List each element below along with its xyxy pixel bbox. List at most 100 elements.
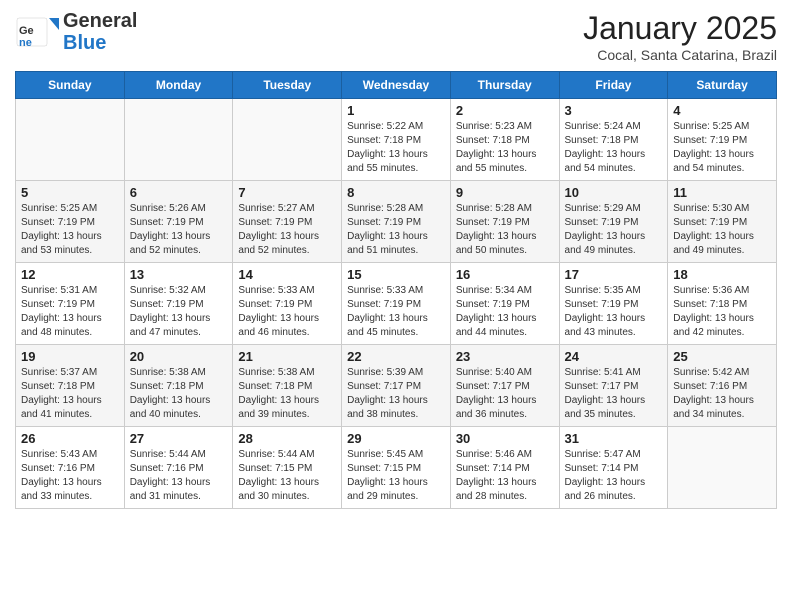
calendar-week-3: 12 Sunrise: 5:31 AMSunset: 7:19 PMDayligh…: [16, 263, 777, 345]
day-number: 13: [130, 267, 228, 282]
day-info: Sunrise: 5:47 AMSunset: 7:14 PMDaylight:…: [565, 448, 663, 504]
calendar-cell: 17Sunrise: 5:35 AMSunset: 7:19 PMDayligh…: [559, 263, 668, 345]
calendar-cell: 7Sunrise: 5:27 AMSunset: 7:19 PMDaylight…: [233, 181, 342, 263]
day-info: Sunrise: 5:28 AMSunset: 7:19 PMDaylight:…: [456, 202, 554, 258]
day-info: Sunrise: 5:25 AMSunset: 7:19 PMDaylight:…: [21, 202, 119, 258]
svg-text:Ge: Ge: [19, 25, 34, 37]
day-info: Sunrise: 5:39 AMSunset: 7:17 PMDaylight:…: [347, 366, 445, 422]
col-tuesday: Tuesday: [233, 72, 342, 99]
calendar-cell: [16, 99, 125, 181]
calendar-cell: 5 Sunrise: 5:25 AMSunset: 7:19 PMDaylight…: [16, 181, 125, 263]
day-info: Sunrise: 5:45 AMSunset: 7:15 PMDaylight:…: [347, 448, 445, 504]
day-number: 7: [238, 185, 336, 200]
day-number: 18: [673, 267, 771, 282]
day-info: Sunrise: 5:38 AMSunset: 7:18 PMDaylight:…: [130, 366, 228, 422]
day-info: Sunrise: 5:37 AMSunset: 7:18 PMDaylight:…: [21, 366, 119, 422]
location: Cocal, Santa Catarina, Brazil: [583, 47, 777, 63]
calendar-cell: 28Sunrise: 5:44 AMSunset: 7:15 PMDayligh…: [233, 427, 342, 509]
svg-text:ne: ne: [19, 37, 32, 49]
col-wednesday: Wednesday: [342, 72, 451, 99]
day-number: 14: [238, 267, 336, 282]
calendar-week-2: 5 Sunrise: 5:25 AMSunset: 7:19 PMDaylight…: [16, 181, 777, 263]
day-info: Sunrise: 5:29 AMSunset: 7:19 PMDaylight:…: [565, 202, 663, 258]
calendar-body: 1Sunrise: 5:22 AMSunset: 7:18 PMDaylight…: [16, 99, 777, 509]
calendar-cell: 31Sunrise: 5:47 AMSunset: 7:14 PMDayligh…: [559, 427, 668, 509]
calendar-cell: 21 Sunrise: 5:38 AMSunset: 7:18 PMDayligh…: [233, 345, 342, 427]
calendar: Sunday Monday Tuesday Wednesday Thursday…: [15, 71, 777, 509]
calendar-cell: 6 Sunrise: 5:26 AMSunset: 7:19 PMDaylight…: [124, 181, 233, 263]
day-number: 17: [565, 267, 663, 282]
day-info: Sunrise: 5:44 AMSunset: 7:16 PMDaylight:…: [130, 448, 228, 504]
col-saturday: Saturday: [668, 72, 777, 99]
day-info: Sunrise: 5:23 AMSunset: 7:18 PMDaylight:…: [456, 120, 554, 176]
day-number: 2: [456, 103, 554, 118]
calendar-cell: 2 Sunrise: 5:23 AMSunset: 7:18 PMDaylight…: [450, 99, 559, 181]
calendar-cell: 3 Sunrise: 5:24 AMSunset: 7:18 PMDaylight…: [559, 99, 668, 181]
calendar-cell: 11Sunrise: 5:30 AMSunset: 7:19 PMDayligh…: [668, 181, 777, 263]
logo-blue: Blue: [63, 32, 137, 54]
calendar-cell: 27Sunrise: 5:44 AMSunset: 7:16 PMDayligh…: [124, 427, 233, 509]
day-info: Sunrise: 5:26 AMSunset: 7:19 PMDaylight:…: [130, 202, 228, 258]
day-number: 12: [21, 267, 119, 282]
calendar-cell: [668, 427, 777, 509]
logo: Ge ne General Blue: [15, 10, 137, 54]
calendar-header: Sunday Monday Tuesday Wednesday Thursday…: [16, 72, 777, 99]
day-info: Sunrise: 5:43 AMSunset: 7:16 PMDaylight:…: [21, 448, 119, 504]
day-info: Sunrise: 5:34 AMSunset: 7:19 PMDaylight:…: [456, 284, 554, 340]
day-number: 26: [21, 431, 119, 446]
calendar-week-1: 1Sunrise: 5:22 AMSunset: 7:18 PMDaylight…: [16, 99, 777, 181]
logo-text: General Blue: [63, 10, 137, 54]
page: Ge ne General Blue January 2025 Cocal, S…: [0, 0, 792, 524]
calendar-cell: 12 Sunrise: 5:31 AMSunset: 7:19 PMDayligh…: [16, 263, 125, 345]
day-info: Sunrise: 5:22 AMSunset: 7:18 PMDaylight:…: [347, 120, 445, 176]
day-info: Sunrise: 5:40 AMSunset: 7:17 PMDaylight:…: [456, 366, 554, 422]
calendar-cell: 18Sunrise: 5:36 AMSunset: 7:18 PMDayligh…: [668, 263, 777, 345]
col-monday: Monday: [124, 72, 233, 99]
calendar-week-5: 26 Sunrise: 5:43 AMSunset: 7:16 PMDayligh…: [16, 427, 777, 509]
day-number: 21: [238, 349, 336, 364]
logo-icon: Ge ne: [15, 10, 59, 54]
day-info: Sunrise: 5:32 AMSunset: 7:19 PMDaylight:…: [130, 284, 228, 340]
col-thursday: Thursday: [450, 72, 559, 99]
calendar-cell: [233, 99, 342, 181]
month-title: January 2025: [583, 10, 777, 47]
logo-general: General: [63, 10, 137, 32]
day-number: 6: [130, 185, 228, 200]
calendar-cell: 13 Sunrise: 5:32 AMSunset: 7:19 PMDayligh…: [124, 263, 233, 345]
calendar-cell: 24 Sunrise: 5:41 AMSunset: 7:17 PMDayligh…: [559, 345, 668, 427]
calendar-week-4: 19Sunrise: 5:37 AMSunset: 7:18 PMDayligh…: [16, 345, 777, 427]
day-info: Sunrise: 5:38 AMSunset: 7:18 PMDaylight:…: [238, 366, 336, 422]
day-number: 29: [347, 431, 445, 446]
calendar-cell: 29 Sunrise: 5:45 AMSunset: 7:15 PMDayligh…: [342, 427, 451, 509]
day-info: Sunrise: 5:42 AMSunset: 7:16 PMDaylight:…: [673, 366, 771, 422]
day-number: 25: [673, 349, 771, 364]
calendar-cell: 8Sunrise: 5:28 AMSunset: 7:19 PMDaylight…: [342, 181, 451, 263]
day-number: 4: [673, 103, 771, 118]
day-info: Sunrise: 5:31 AMSunset: 7:19 PMDaylight:…: [21, 284, 119, 340]
calendar-cell: 19Sunrise: 5:37 AMSunset: 7:18 PMDayligh…: [16, 345, 125, 427]
calendar-cell: 9Sunrise: 5:28 AMSunset: 7:19 PMDaylight…: [450, 181, 559, 263]
day-info: Sunrise: 5:30 AMSunset: 7:19 PMDaylight:…: [673, 202, 771, 258]
calendar-cell: 20Sunrise: 5:38 AMSunset: 7:18 PMDayligh…: [124, 345, 233, 427]
day-info: Sunrise: 5:41 AMSunset: 7:17 PMDaylight:…: [565, 366, 663, 422]
calendar-cell: 16 Sunrise: 5:34 AMSunset: 7:19 PMDayligh…: [450, 263, 559, 345]
calendar-cell: 4 Sunrise: 5:25 AMSunset: 7:19 PMDaylight…: [668, 99, 777, 181]
day-info: Sunrise: 5:25 AMSunset: 7:19 PMDaylight:…: [673, 120, 771, 176]
day-number: 5: [21, 185, 119, 200]
calendar-cell: 14Sunrise: 5:33 AMSunset: 7:19 PMDayligh…: [233, 263, 342, 345]
day-number: 15: [347, 267, 445, 282]
day-number: 23: [456, 349, 554, 364]
calendar-cell: 30Sunrise: 5:46 AMSunset: 7:14 PMDayligh…: [450, 427, 559, 509]
day-number: 3: [565, 103, 663, 118]
day-number: 28: [238, 431, 336, 446]
day-info: Sunrise: 5:33 AMSunset: 7:19 PMDaylight:…: [347, 284, 445, 340]
title-section: January 2025 Cocal, Santa Catarina, Braz…: [583, 10, 777, 63]
day-number: 16: [456, 267, 554, 282]
day-info: Sunrise: 5:24 AMSunset: 7:18 PMDaylight:…: [565, 120, 663, 176]
calendar-cell: 23 Sunrise: 5:40 AMSunset: 7:17 PMDayligh…: [450, 345, 559, 427]
calendar-cell: 1Sunrise: 5:22 AMSunset: 7:18 PMDaylight…: [342, 99, 451, 181]
header-row: Sunday Monday Tuesday Wednesday Thursday…: [16, 72, 777, 99]
day-number: 24: [565, 349, 663, 364]
col-friday: Friday: [559, 72, 668, 99]
col-sunday: Sunday: [16, 72, 125, 99]
